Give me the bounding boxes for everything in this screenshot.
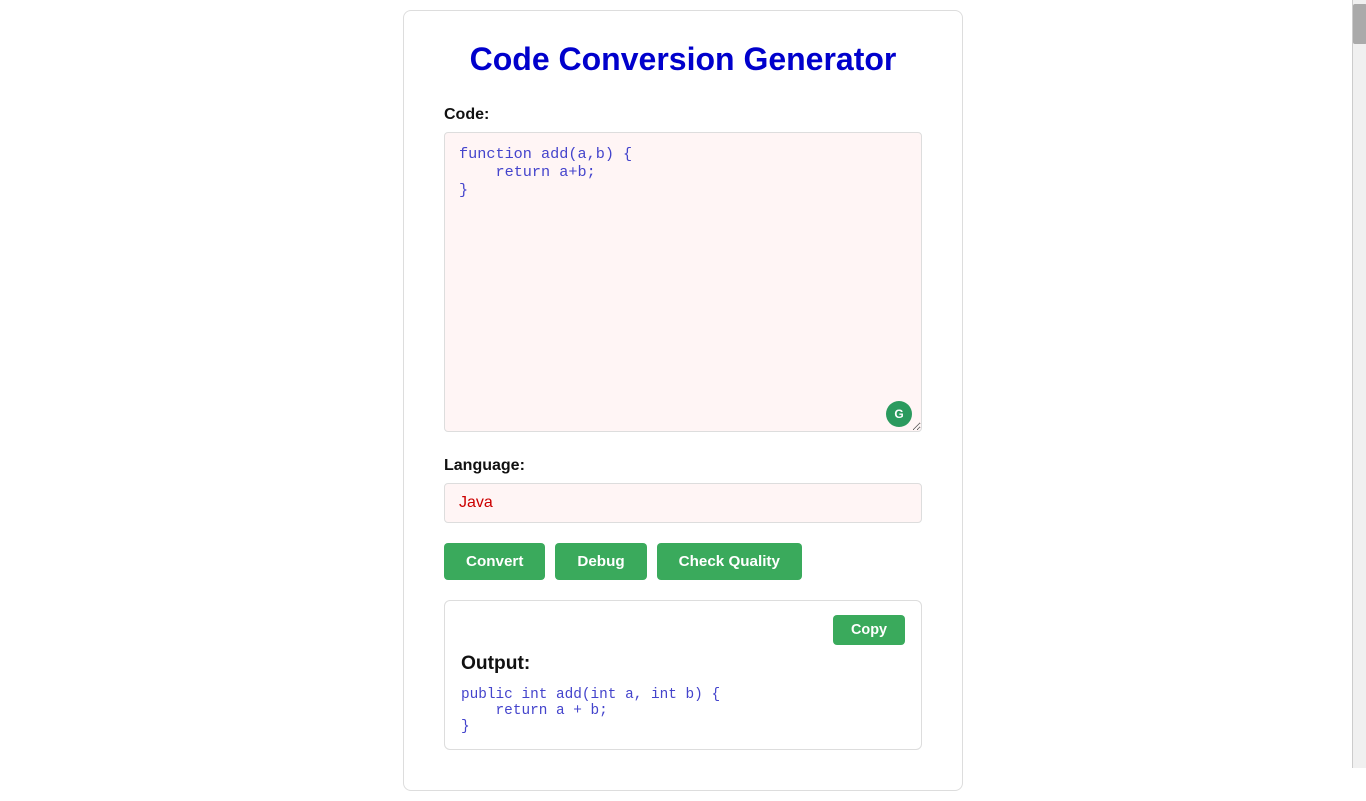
check-quality-button[interactable]: Check Quality (657, 543, 802, 580)
action-buttons: Convert Debug Check Quality (444, 543, 922, 580)
convert-button[interactable]: Convert (444, 543, 545, 580)
main-card: Code Conversion Generator Code: function… (403, 10, 963, 791)
output-label: Output: (461, 653, 905, 675)
scrollbar[interactable] (1352, 0, 1366, 768)
language-input[interactable] (444, 483, 922, 523)
grammarly-icon[interactable]: G (886, 401, 912, 427)
debug-button[interactable]: Debug (555, 543, 646, 580)
scrollbar-thumb[interactable] (1353, 4, 1366, 44)
output-header: Copy (461, 615, 905, 645)
copy-button[interactable]: Copy (833, 615, 905, 645)
code-input[interactable]: function add(a,b) { return a+b; } (444, 132, 922, 432)
page-title: Code Conversion Generator (444, 41, 922, 78)
code-label: Code: (444, 106, 922, 124)
output-section: Copy Output: public int add(int a, int b… (444, 600, 922, 750)
output-code: public int add(int a, int b) { return a … (461, 687, 905, 735)
code-input-wrapper: function add(a,b) { return a+b; } G (444, 132, 922, 437)
language-label: Language: (444, 457, 922, 475)
